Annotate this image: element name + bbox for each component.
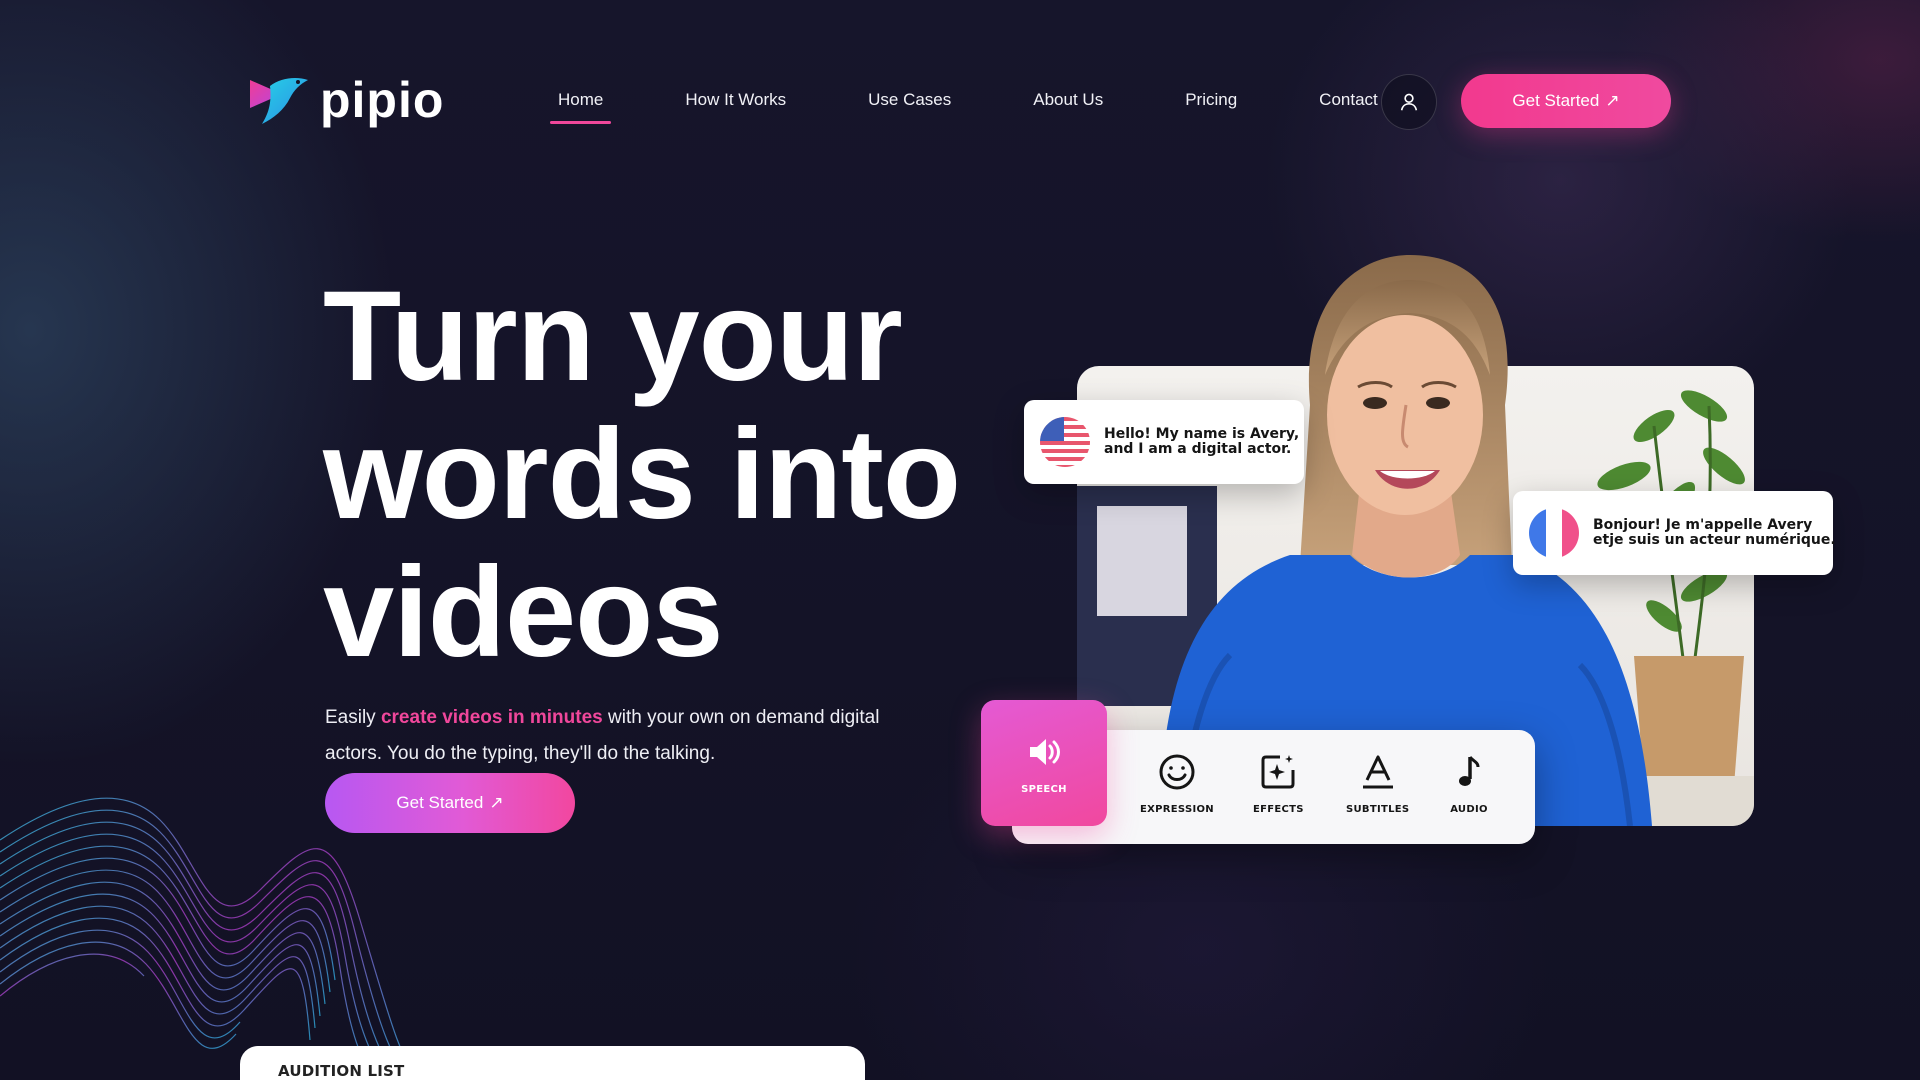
audition-list-card: AUDITION LIST [240,1046,865,1080]
nav-item-contact[interactable]: Contact [1311,88,1386,112]
speaker-icon [1030,738,1060,765]
brand-name: pipio [320,72,445,128]
tool-audio[interactable]: AUDIO [1449,752,1489,815]
sparkle-icon [1261,755,1295,789]
speech-bubble-french: Bonjour! Je m'appelle Avery etje suis un… [1513,491,1836,575]
hero-title: Turn your words into videos [323,268,1043,682]
tool-expression[interactable]: EXPRESSION [1140,752,1214,815]
hero-title-line: words into [323,403,961,546]
hero-title-line: Turn your [323,265,903,408]
tool-label: AUDIO [1450,804,1488,815]
get-started-label: Get Started [396,793,484,812]
get-started-header-button[interactable]: Get Started ↗ [1461,74,1671,128]
bubble-line: Hello! My name is Avery, [1104,426,1300,442]
nav-item-about-us[interactable]: About Us [1025,88,1111,112]
nav-item-home[interactable]: Home [550,88,612,124]
bubble-line: etje suis un acteur numérique. [1593,532,1836,548]
bubble-text: Bonjour! Je m'appelle Avery etje suis un… [1593,518,1836,548]
user-icon [1400,93,1418,111]
arrow-up-right-icon: ↗ [1605,91,1620,110]
tool-label: SUBTITLES [1346,804,1410,815]
nav-item-how-it-works[interactable]: How It Works [677,88,794,112]
tool-effects[interactable]: EFFECTS [1253,752,1304,815]
nav-item-pricing[interactable]: Pricing [1177,88,1245,112]
get-started-label: Get Started [1512,91,1600,110]
arrow-up-right-icon: ↗ [489,793,504,812]
subtitle-highlight: create videos in minutes [380,707,603,728]
hero-subtitle: Easily create videos in minutes with you… [325,700,885,772]
get-started-hero-button[interactable]: Get Started ↗ [325,773,575,833]
tool-label: EFFECTS [1253,804,1304,815]
main-nav: Home How It Works Use Cases About Us Pri… [550,88,1452,124]
tool-label: SPEECH [1021,783,1067,795]
account-button[interactable] [1381,74,1437,130]
smiley-icon [1159,754,1195,790]
tool-subtitles[interactable]: SUBTITLES [1346,752,1409,815]
tool-label: EXPRESSION [1140,804,1214,815]
bubble-line: Bonjour! Je m'appelle Avery [1593,517,1813,533]
fr-flag-icon [1529,508,1579,558]
bubble-text: Hello! My name is Avery, and I am a digi… [1104,427,1299,457]
hero-title-line: videos [323,541,724,684]
bird-logo-icon [250,78,308,124]
us-flag-icon [1040,417,1090,467]
brand-logo[interactable]: pipio [248,74,444,126]
speech-bubble-english: Hello! My name is Avery, and I am a digi… [1024,400,1304,484]
nav-item-use-cases[interactable]: Use Cases [860,88,959,112]
bubble-line: and I am a digital actor. [1104,441,1292,457]
subtitle-text: Easily [325,707,381,728]
text-underline-icon [1362,755,1393,789]
music-note-icon [1459,756,1480,786]
audition-list-title: AUDITION LIST [278,1062,405,1080]
tool-speech[interactable]: SPEECH [981,700,1107,826]
